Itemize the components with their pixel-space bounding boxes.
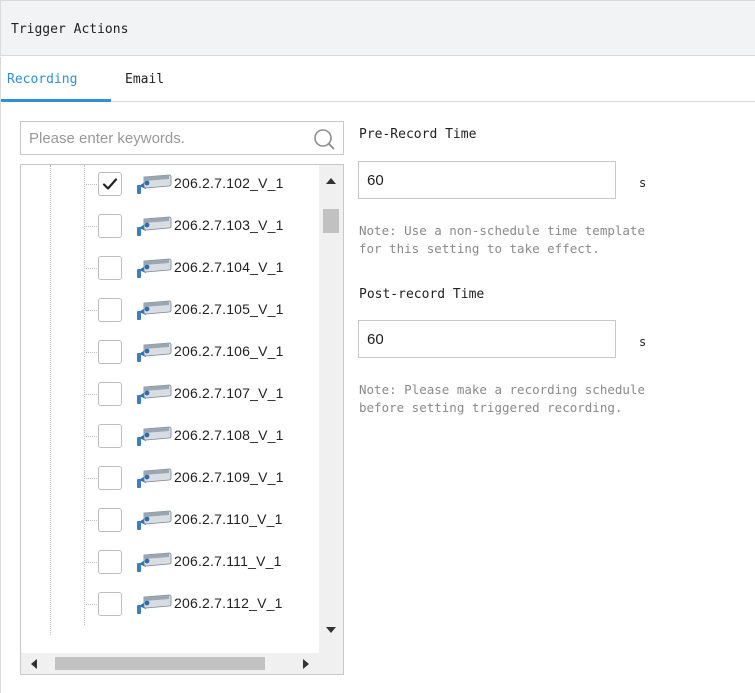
scroll-left-arrow-icon[interactable] <box>31 659 37 669</box>
camera-icon <box>136 551 172 573</box>
tree-item[interactable]: 206.2.7.104_V_1 <box>21 249 319 289</box>
panel-title: Trigger Actions <box>11 22 129 37</box>
active-tab-indicator <box>1 99 111 102</box>
content-border <box>0 102 1 693</box>
tree-item[interactable]: 206.2.7.110_V_1 <box>21 501 319 541</box>
post-record-note-line: Note: Please make a recording schedule <box>359 382 645 397</box>
horizontal-scrollbar[interactable] <box>21 653 343 674</box>
tree-item-label: 206.2.7.106_V_1 <box>174 343 284 359</box>
pre-record-input[interactable] <box>358 161 616 199</box>
post-record-unit: s <box>639 335 647 349</box>
tree-item[interactable]: 206.2.7.102_V_1 <box>21 165 319 205</box>
item-checkbox[interactable] <box>98 214 122 238</box>
search-box <box>20 121 344 155</box>
camera-icon <box>136 215 172 237</box>
vertical-scrollbar[interactable] <box>319 165 343 653</box>
tree-connector <box>84 478 97 479</box>
tree-item[interactable]: 206.2.7.111_V_1 <box>21 543 319 583</box>
tree-connector <box>84 394 97 395</box>
camera-icon <box>136 173 172 195</box>
post-record-label: Post-record Time <box>359 287 485 302</box>
item-checkbox[interactable] <box>98 340 122 364</box>
camera-icon <box>136 383 172 405</box>
scroll-right-arrow-icon[interactable] <box>303 659 309 669</box>
tree-item-label: 206.2.7.109_V_1 <box>174 469 284 485</box>
camera-icon <box>136 257 172 279</box>
item-checkbox[interactable] <box>98 424 122 448</box>
tree-item-label: 206.2.7.103_V_1 <box>174 217 284 233</box>
tree-item[interactable]: 206.2.7.103_V_1 <box>21 207 319 247</box>
tree-item[interactable]: 206.2.7.105_V_1 <box>21 291 319 331</box>
item-checkbox[interactable] <box>98 382 122 406</box>
tab-bar: Recording Email <box>0 57 755 102</box>
tree-item[interactable]: 206.2.7.109_V_1 <box>21 459 319 499</box>
tree-connector <box>84 562 97 563</box>
pre-record-unit: s <box>639 176 647 190</box>
item-checkbox[interactable] <box>98 466 122 490</box>
tree-connector <box>84 184 97 185</box>
item-checkbox[interactable] <box>98 256 122 280</box>
tree-item-label: 206.2.7.105_V_1 <box>174 301 284 317</box>
camera-tree: 206.2.7.102_V_1 206.2.7.103_V_1 206.2.7.10… <box>20 164 344 675</box>
tree-item[interactable]: 206.2.7.106_V_1 <box>21 333 319 373</box>
tree-connector <box>84 268 97 269</box>
tree-connector <box>84 436 97 437</box>
post-record-note-line: before setting triggered recording. <box>359 400 623 415</box>
tree-item-label: 206.2.7.107_V_1 <box>174 385 284 401</box>
scrollbar-corner <box>319 653 343 674</box>
tree-connector <box>84 604 97 605</box>
item-checkbox[interactable] <box>98 550 122 574</box>
post-record-note: Note: Please make a recording schedule b… <box>359 381 749 417</box>
pre-record-note: Note: Use a non-schedule time template f… <box>359 222 749 258</box>
camera-icon <box>136 509 172 531</box>
item-checkbox[interactable] <box>98 508 122 532</box>
search-input[interactable] <box>21 122 306 154</box>
pre-record-note-line: for this setting to take effect. <box>359 241 600 256</box>
tab-email[interactable]: Email <box>125 72 164 87</box>
item-checkbox[interactable] <box>98 298 122 322</box>
panel-header: Trigger Actions <box>0 0 755 56</box>
tree-item-label: 206.2.7.111_V_1 <box>174 553 282 569</box>
camera-icon <box>136 593 172 615</box>
tree-connector <box>84 352 97 353</box>
pre-record-note-line: Note: Use a non-schedule time template <box>359 223 645 238</box>
tree-connector <box>84 226 97 227</box>
tree-connector <box>84 310 97 311</box>
post-record-input[interactable] <box>358 320 616 358</box>
tree-item[interactable]: 206.2.7.108_V_1 <box>21 417 319 457</box>
camera-icon <box>136 299 172 321</box>
tree-item-label: 206.2.7.104_V_1 <box>174 259 284 275</box>
scroll-down-arrow-icon[interactable] <box>326 627 336 633</box>
tree-item[interactable]: 206.2.7.107_V_1 <box>21 375 319 415</box>
tree-item-label: 206.2.7.108_V_1 <box>174 427 284 443</box>
tab-recording[interactable]: Recording <box>7 72 77 87</box>
pre-record-label: Pre-Record Time <box>359 127 477 142</box>
camera-icon <box>136 467 172 489</box>
tree-item-label: 206.2.7.112_V_1 <box>174 595 283 611</box>
item-checkbox[interactable] <box>98 592 122 616</box>
camera-icon <box>136 341 172 363</box>
item-checkbox[interactable] <box>98 172 122 196</box>
vertical-scroll-thumb[interactable] <box>323 209 339 233</box>
horizontal-scroll-thumb[interactable] <box>55 657 265 670</box>
tree-item-label: 206.2.7.102_V_1 <box>174 175 284 191</box>
camera-icon <box>136 425 172 447</box>
search-icon[interactable] <box>313 128 335 150</box>
tree-item[interactable]: 206.2.7.112_V_1 <box>21 585 319 625</box>
tree-connector <box>84 520 97 521</box>
scroll-up-arrow-icon[interactable] <box>326 178 336 184</box>
tree-item-label: 206.2.7.110_V_1 <box>174 511 283 527</box>
